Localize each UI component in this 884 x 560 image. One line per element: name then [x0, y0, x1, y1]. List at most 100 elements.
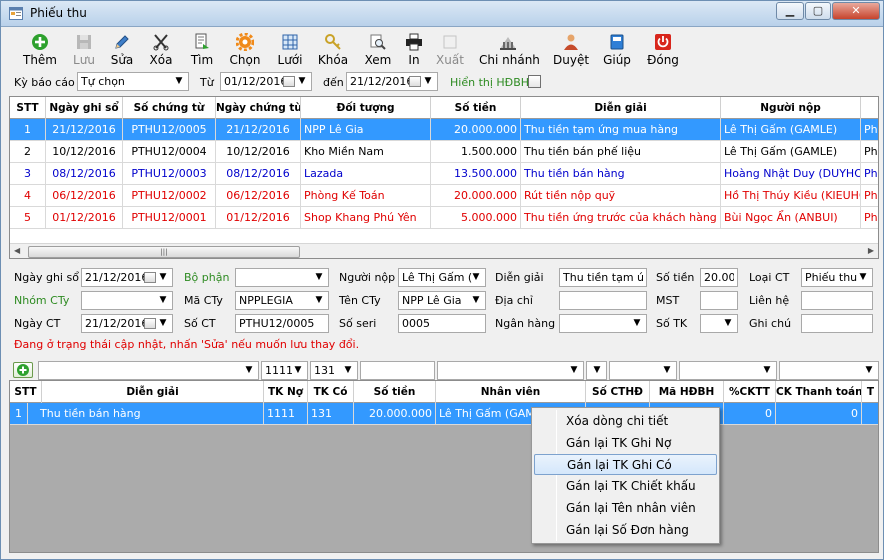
detail-col-extra[interactable]: T [862, 381, 878, 403]
col-header-payer[interactable]: Người nộp [721, 97, 861, 119]
table-row[interactable]: 5 01/12/2016 PTHU12/0001 01/12/2016 Shop Kha… [10, 207, 878, 229]
report-period-select[interactable]: Tự chọn ▼ [77, 72, 189, 91]
table-row[interactable]: 1 21/12/2016 PTHU12/0005 21/12/2016 NPP Lê G… [10, 119, 878, 141]
col-header-extra[interactable] [861, 97, 878, 119]
col-header-posting-date[interactable]: Ngày ghi sổ [46, 97, 123, 119]
col-header-doc-date[interactable]: Ngày chứng từ [216, 97, 301, 119]
doc-date-picker[interactable]: 21/12/2016 ▼ [81, 314, 173, 333]
bank-select[interactable]: ▼ [559, 314, 647, 333]
table-row[interactable]: 4 06/12/2016 PTHU12/0002 06/12/2016 Phòng Kế… [10, 185, 878, 207]
key-icon [325, 34, 341, 50]
table-row[interactable]: 2 10/12/2016 PTHU12/0004 10/12/2016 Kho Miền… [10, 141, 878, 163]
detail-cell-stt: 1 [10, 403, 28, 424]
col-header-description[interactable]: Diễn giải [521, 97, 721, 119]
delete-button[interactable]: Xóa [144, 31, 178, 69]
payer-select[interactable]: Lê Thị Gấm ( ▼ [398, 268, 486, 287]
company-code-label: Mã CTy [184, 294, 223, 307]
add-button[interactable]: Thêm [21, 31, 59, 69]
close-button[interactable]: ✕ [832, 2, 880, 20]
col-header-subject[interactable]: Đối tượng [301, 97, 431, 119]
detail-col-stt[interactable]: STT [10, 381, 42, 403]
posting-date-picker[interactable]: 21/12/2016 ▼ [81, 268, 173, 287]
detail-col-ck-payment[interactable]: CK Thanh toán [776, 381, 862, 403]
menu-item-delete-detail-row[interactable]: Xóa dòng chi tiết [534, 411, 717, 432]
branch-button[interactable]: Chi nhánh [479, 31, 540, 69]
detail-col-debit[interactable]: TK Nợ [264, 381, 308, 403]
serial-field[interactable]: 0005 [398, 314, 486, 333]
col-header-doc-number[interactable]: Số chứng từ [123, 97, 216, 119]
add-detail-button[interactable] [13, 362, 33, 378]
detail-amount-filter[interactable] [360, 361, 435, 380]
doc-date-value: 21/12/2016 [85, 317, 149, 330]
detail-ck-payment-filter[interactable]: ▼ [779, 361, 879, 380]
tax-code-field[interactable] [700, 291, 738, 310]
print-button[interactable]: In [401, 31, 427, 69]
menu-item-reassign-staff-name[interactable]: Gán lại Tên nhân viên [534, 498, 717, 519]
chevron-down-icon: ▼ [424, 76, 432, 86]
note-field[interactable] [801, 314, 873, 333]
help-button[interactable]: Giúp [602, 31, 632, 69]
scroll-left-icon[interactable]: ◀ [14, 246, 20, 255]
doc-type-select[interactable]: Phiếu thu ▼ [801, 268, 873, 287]
detail-description-filter[interactable]: ▼ [38, 361, 259, 380]
menu-item-reassign-credit-account[interactable]: Gán lại TK Ghi Có [534, 454, 717, 475]
chevron-down-icon: ▼ [159, 295, 167, 305]
menu-item-reassign-discount-account[interactable]: Gán lại TK Chiết khấu [534, 476, 717, 497]
edit-button[interactable]: Sửa [105, 31, 139, 69]
minimize-button[interactable]: ▁ [776, 2, 804, 20]
menu-item-reassign-order-number[interactable]: Gán lại Số Đơn hàng [534, 520, 717, 541]
col-header-amount[interactable]: Số tiền [431, 97, 521, 119]
doc-number-field[interactable]: PTHU12/0005 [235, 314, 329, 333]
detail-credit-filter[interactable]: 131 ▼ [310, 361, 358, 380]
detail-col-staff[interactable]: Nhân viên [436, 381, 586, 403]
detail-debit-filter[interactable]: 1111 ▼ [261, 361, 308, 380]
lock-button[interactable]: Khóa [316, 31, 350, 69]
detail-hdbh-filter[interactable]: ▼ [609, 361, 677, 380]
chevron-down-icon: ▼ [245, 365, 253, 375]
detail-col-cthd[interactable]: Số CTHĐ [586, 381, 650, 403]
scroll-right-icon[interactable]: ▶ [868, 246, 874, 255]
address-field[interactable] [559, 291, 647, 310]
view-button[interactable]: Xem [361, 31, 395, 69]
find-button[interactable]: Tìm [185, 31, 219, 69]
chevron-down-icon: ▼ [763, 365, 771, 375]
to-date-picker[interactable]: 21/12/2016 ▼ [346, 72, 438, 91]
branch-label: Chi nhánh [479, 53, 540, 67]
company-code-select[interactable]: NPPLEGIA ▼ [235, 291, 329, 310]
detail-col-description[interactable]: Diễn giải [42, 381, 264, 403]
department-select[interactable]: ▼ [235, 268, 329, 287]
detail-col-credit[interactable]: TK Có [308, 381, 354, 403]
description-field[interactable]: Thu tiền tạm ứng [559, 268, 647, 287]
company-name-select[interactable]: NPP Lê Gia ▼ [398, 291, 486, 310]
approve-button[interactable]: Duyệt [553, 31, 589, 69]
col-header-stt[interactable]: STT [10, 97, 46, 119]
show-invoice-checkbox[interactable] [528, 75, 541, 88]
export-button[interactable]: Xuất [434, 31, 466, 69]
table-row[interactable]: 3 08/12/2016 PTHU12/0003 08/12/2016 Lazada 13… [10, 163, 878, 185]
detail-ck-filter[interactable]: ▼ [679, 361, 777, 380]
horizontal-scrollbar[interactable]: ◀ ||| ▶ [10, 243, 878, 258]
chevron-down-icon: ▼ [865, 365, 873, 375]
detail-col-amount[interactable]: Số tiền [354, 381, 436, 403]
detail-row[interactable]: 1 Thu tiền bán hàng 1111 131 20.000.000 … [10, 403, 878, 425]
company-group-select[interactable]: ▼ [81, 291, 173, 310]
department-label: Bộ phận [184, 271, 230, 284]
contact-field[interactable] [801, 291, 873, 310]
scrollbar-thumb[interactable]: ||| [28, 246, 300, 258]
from-date-picker[interactable]: 01/12/2016 ▼ [220, 72, 312, 91]
show-invoice-label: Hiển thị HĐBH [450, 76, 530, 89]
maximize-button[interactable]: ▢ [805, 2, 831, 20]
detail-col-ckpct[interactable]: %CKTT [724, 381, 776, 403]
select-button[interactable]: Chọn [227, 31, 263, 69]
amount-field[interactable]: 20.000 [700, 268, 738, 287]
grid-button[interactable]: Lưới [273, 31, 307, 69]
save-button[interactable]: Lưu [67, 31, 101, 69]
close-form-button[interactable]: Đóng [646, 31, 680, 69]
detail-staff-filter[interactable]: ▼ [437, 361, 584, 380]
detail-cthd-filter[interactable]: ▼ [586, 361, 607, 380]
account-number-select[interactable]: ▼ [700, 314, 738, 333]
cell-doc-number: PTHU12/0001 [123, 207, 216, 228]
menu-item-reassign-debit-account[interactable]: Gán lại TK Ghi Nợ [534, 433, 717, 454]
detail-col-hdbh[interactable]: Mã HĐBH [650, 381, 724, 403]
grid-header: STT Ngày ghi sổ Số chứng từ Ngày chứng t… [10, 97, 878, 119]
